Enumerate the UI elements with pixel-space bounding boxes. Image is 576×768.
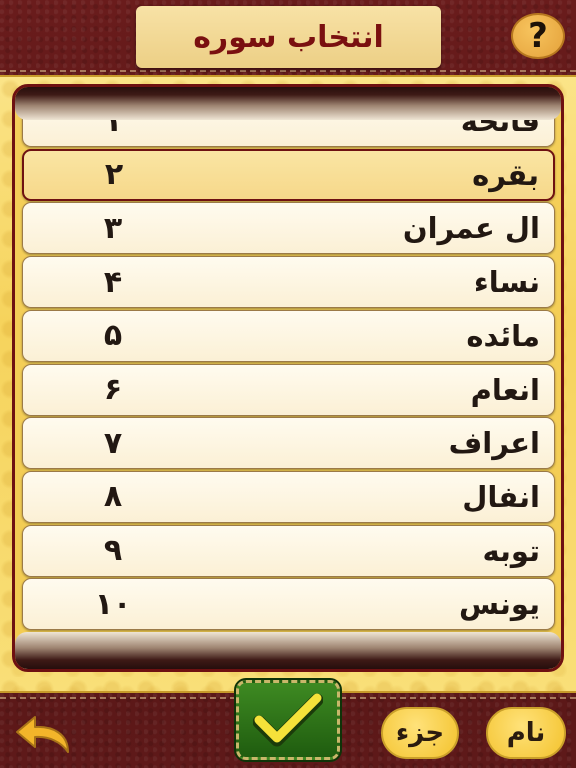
surah-number: ۲ — [104, 157, 124, 193]
surah-rows: ۱ فاتحه ۲ بقره ۳ ال عمران ۴ نساء ۵ مائده ۶ انعام ۷ اع… — [15, 87, 561, 669]
confirm-button[interactable] — [234, 678, 342, 762]
surah-name: بقره — [472, 157, 539, 192]
help-button[interactable]: ? — [511, 13, 565, 59]
surah-number: ۸ — [103, 479, 123, 515]
surah-number: ۱۰ — [94, 586, 132, 622]
surah-number: ۳ — [103, 210, 123, 246]
juz-button[interactable]: جزء — [381, 707, 459, 759]
surah-row[interactable]: ۵ مائده — [22, 309, 555, 362]
top-stitch — [0, 70, 576, 72]
surah-name: نساء — [473, 265, 540, 300]
surah-row[interactable]: ۲ بقره — [22, 148, 555, 201]
name-button[interactable]: نام — [486, 707, 566, 759]
surah-name: ال عمران — [402, 211, 540, 246]
question-mark-icon: ? — [528, 16, 548, 56]
surah-number: ۶ — [103, 372, 123, 407]
checkmark-icon — [253, 693, 323, 747]
surah-name: توبه — [482, 533, 540, 568]
surah-row[interactable]: ۷ اعراف — [22, 417, 555, 470]
scroll-roller-bottom — [15, 632, 561, 669]
surah-name: انعام — [470, 372, 540, 407]
surah-row[interactable]: ۱۰ یونس — [22, 578, 555, 631]
back-button[interactable] — [12, 710, 74, 758]
surah-number: ۹ — [103, 533, 123, 569]
surah-row[interactable]: ۳ ال عمران — [22, 202, 555, 255]
surah-number: ۵ — [103, 318, 123, 354]
surah-name: انفال — [462, 479, 540, 514]
surah-list[interactable]: ۱ فاتحه ۲ بقره ۳ ال عمران ۴ نساء ۵ مائده ۶ انعام ۷ اع… — [12, 84, 564, 672]
surah-row[interactable]: ۹ توبه — [22, 524, 555, 577]
name-label: نام — [506, 718, 546, 748]
surah-row[interactable]: ۸ انفال — [22, 470, 555, 523]
page-title: انتخاب سوره — [193, 19, 384, 55]
surah-number: ۴ — [103, 264, 123, 300]
surah-row[interactable]: ۴ نساء — [22, 256, 555, 309]
surah-name: مائده — [466, 318, 540, 353]
surah-name: اعراف — [448, 426, 540, 461]
scroll-roller-top — [15, 87, 561, 120]
surah-number: ۷ — [103, 425, 123, 461]
juz-label: جزء — [395, 718, 445, 748]
title-banner: انتخاب سوره — [136, 6, 441, 68]
surah-name: یونس — [459, 587, 540, 622]
back-arrow-icon — [16, 716, 69, 753]
surah-row[interactable]: ۶ انعام — [22, 363, 555, 416]
